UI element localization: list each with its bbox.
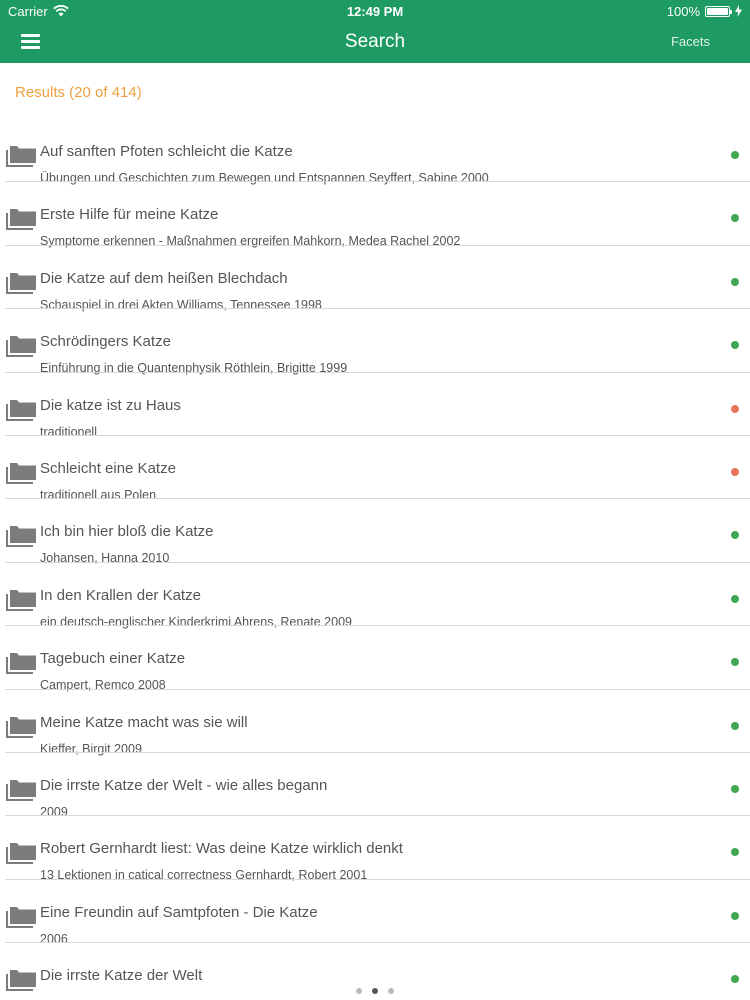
availability-dot-available	[731, 594, 739, 603]
page-title: Search	[344, 31, 406, 52]
availability-dot-unavailable	[731, 404, 739, 413]
folder-icon	[5, 714, 37, 739]
item-title: Ich bin hier bloß die Katze	[40, 523, 214, 541]
list-item[interactable]: Meine Katze macht was sie will Kieffer, B…	[0, 690, 750, 756]
page-dot[interactable]	[372, 988, 378, 994]
folder-icon	[5, 333, 37, 358]
page-dot[interactable]	[356, 988, 362, 994]
folder-icon	[5, 777, 37, 802]
folder-icon	[5, 523, 37, 548]
item-title: Die irrste Katze der Welt - wie alles be…	[40, 776, 328, 794]
availability-dot-available	[731, 531, 739, 540]
item-title: Erste Hilfe für meine Katze	[40, 206, 219, 224]
nav-bar: Search Facets	[0, 22, 750, 63]
status-bar-right: 100%	[667, 4, 742, 19]
item-title: Tagebuch einer Katze	[40, 650, 186, 668]
status-time: 12:49 PM	[346, 3, 404, 19]
page-indicator[interactable]	[0, 988, 750, 994]
list-item[interactable]: Schleicht eine Katze traditionell aus Pol…	[0, 436, 750, 502]
list-item[interactable]: In den Krallen der Katze ein deutsch-engl…	[0, 563, 750, 629]
item-title: Auf sanften Pfoten schleicht die Katze	[40, 143, 293, 160]
availability-dot-available	[731, 151, 739, 159]
folder-icon	[5, 270, 37, 295]
availability-dot-unavailable	[731, 467, 739, 476]
folder-icon	[5, 650, 37, 675]
list-item[interactable]: Tagebuch einer Katze Campert, Remco 2008	[0, 626, 750, 692]
results-list: Auf sanften Pfoten schleicht die Katze Üb…	[0, 119, 750, 1000]
availability-dot-available	[731, 214, 739, 223]
carrier-label: Carrier	[8, 3, 48, 19]
folder-icon	[5, 587, 37, 612]
availability-dot-available	[731, 911, 739, 920]
folder-icon	[5, 397, 37, 422]
item-title: Eine Freundin auf Samtpfoten - Die Katze	[40, 903, 318, 921]
availability-dot-available	[731, 341, 739, 350]
availability-dot-available	[731, 658, 739, 667]
availability-dot-available	[731, 848, 739, 857]
list-item[interactable]: Erste Hilfe für meine Katze Symptome erke…	[0, 182, 750, 248]
status-bar-left: Carrier	[8, 4, 69, 19]
list-item[interactable]: Eine Freundin auf Samtpfoten - Die Katze…	[0, 880, 750, 946]
page-dot[interactable]	[388, 988, 394, 994]
wifi-icon	[53, 5, 69, 17]
availability-dot-available	[731, 721, 739, 730]
item-title: In den Krallen der Katze	[40, 586, 201, 604]
battery-icon	[705, 5, 732, 17]
battery-percent: 100%	[666, 3, 700, 19]
item-title: Die Katze auf dem heißen Blechdach	[40, 269, 288, 287]
availability-dot-available	[731, 784, 739, 793]
item-title: Schleicht eine Katze	[40, 459, 176, 477]
folder-icon	[5, 143, 37, 168]
results-count: Results (20 of 414)	[15, 84, 142, 101]
availability-dot-available	[731, 975, 739, 984]
list-item[interactable]: Die irrste Katze der Welt - wie alles be…	[0, 753, 750, 819]
list-item[interactable]: Die Katze auf dem heißen Blechdach Schaus…	[0, 246, 750, 312]
item-title: Robert Gernhardt liest: Was deine Katze …	[40, 840, 403, 858]
folder-icon	[5, 206, 37, 231]
item-title: Die irrste Katze der Welt	[40, 967, 203, 985]
facets-button[interactable]: Facets	[671, 34, 710, 49]
list-item[interactable]: Robert Gernhardt liest: Was deine Katze …	[0, 816, 750, 882]
charging-icon	[735, 5, 742, 17]
status-bar: Carrier 12:49 PM 100%	[0, 0, 750, 22]
item-title: Die katze ist zu Haus	[40, 396, 181, 414]
list-item[interactable]: Schrödingers Katze Einführung in die Quan…	[0, 309, 750, 375]
battery-level	[707, 7, 728, 15]
folder-icon	[5, 904, 37, 929]
item-title: Schrödingers Katze	[40, 333, 171, 351]
list-item[interactable]: Die katze ist zu Haus traditionell	[0, 373, 750, 439]
list-item[interactable]: Ich bin hier bloß die Katze Johansen, Han…	[0, 499, 750, 565]
folder-icon	[5, 460, 37, 485]
list-item[interactable]: Auf sanften Pfoten schleicht die Katze Üb…	[0, 119, 750, 185]
item-title: Meine Katze macht was sie will	[40, 713, 248, 731]
folder-icon	[5, 840, 37, 865]
availability-dot-available	[731, 277, 739, 286]
